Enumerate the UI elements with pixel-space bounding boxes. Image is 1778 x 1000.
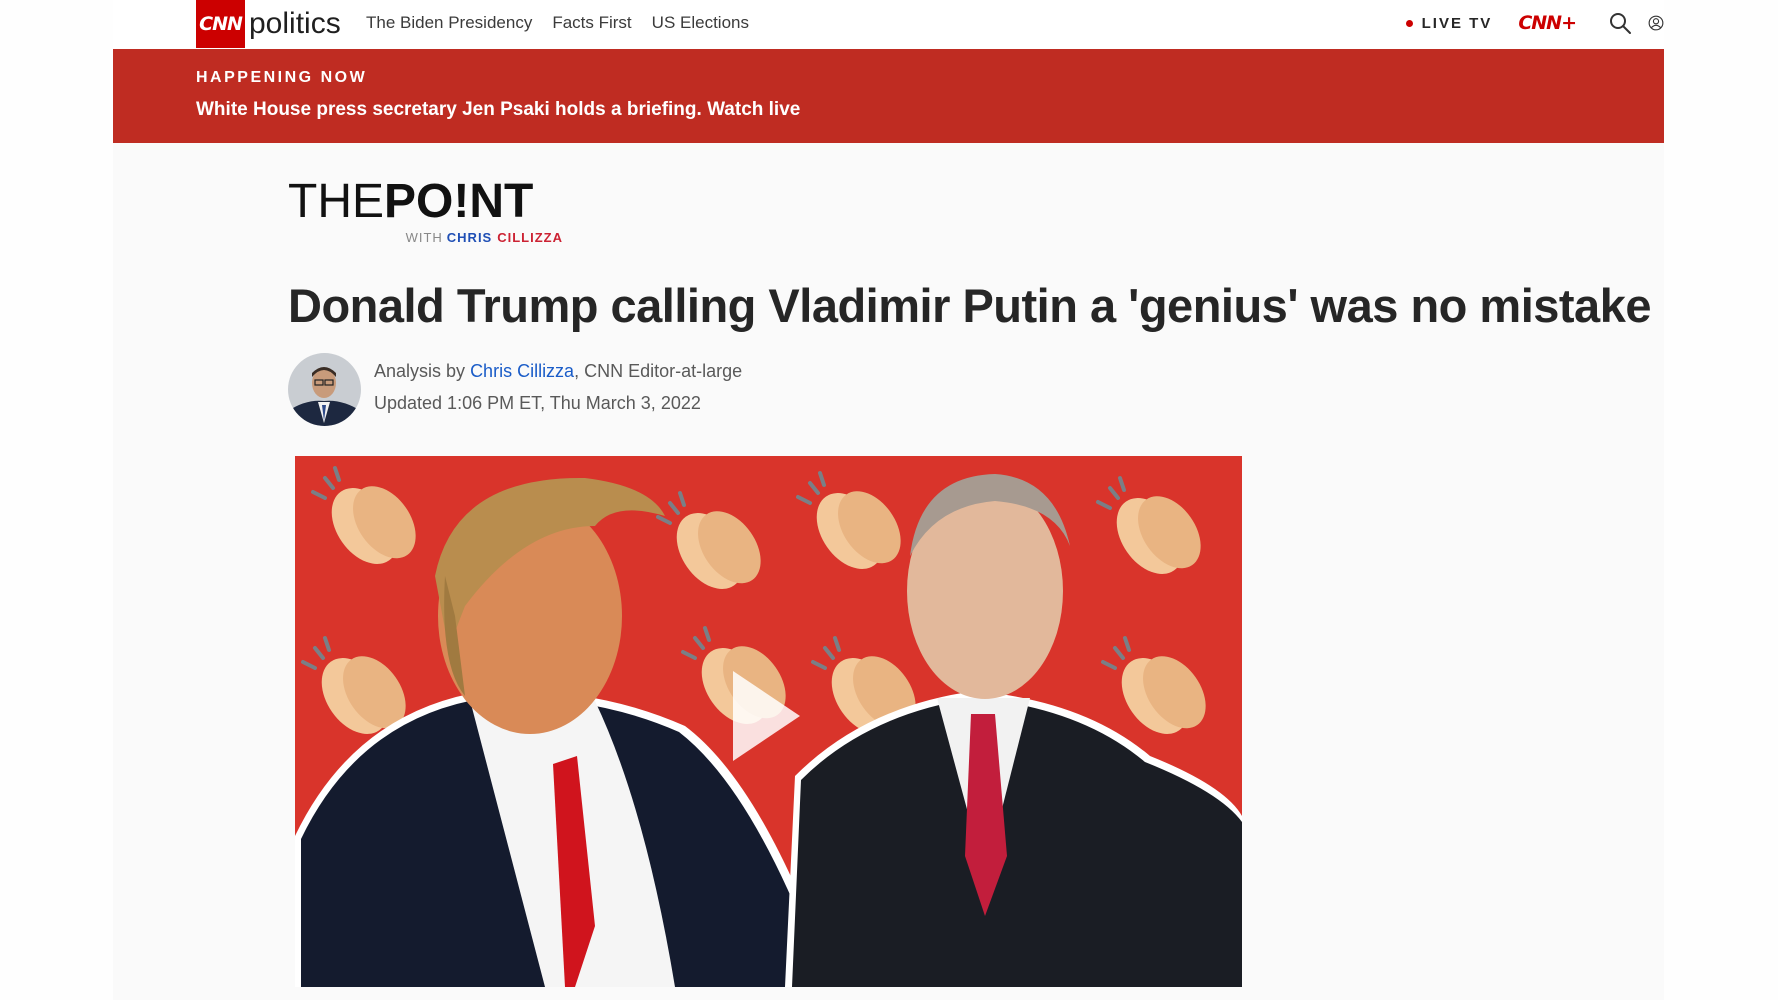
live-dot-icon	[1405, 19, 1413, 27]
the-point-author-first: CHRIS	[446, 230, 493, 245]
the-point-with: WITH	[405, 230, 443, 245]
nav-link-biden-presidency[interactable]: The Biden Presidency	[366, 13, 532, 33]
nav-right: LIVE TV CNN+	[1405, 0, 1664, 46]
banner-headline-link[interactable]: White House press secretary Jen Psaki ho…	[196, 99, 800, 121]
search-icon	[1610, 13, 1631, 34]
analysis-prefix: Analysis by	[374, 361, 466, 381]
happening-now-banner[interactable]: HAPPENING NOW White House press secretar…	[113, 49, 1664, 143]
author-role: , CNN Editor-at-large	[574, 361, 743, 381]
nav-links: The Biden Presidency Facts First US Elec…	[366, 0, 749, 46]
cnn-politics-logo[interactable]: CNN politics	[196, 0, 341, 48]
author-link[interactable]: Chris Cillizza	[470, 361, 574, 381]
updated-timestamp: Updated 1:06 PM ET, Thu March 3, 2022	[374, 393, 701, 413]
top-nav: CNN politics The Biden Presidency Facts …	[113, 0, 1664, 49]
the-point-logo[interactable]: THEPO!NT WITH CHRIS CILLIZZA	[288, 176, 563, 248]
live-tv-link[interactable]: LIVE TV	[1405, 14, 1493, 32]
page: CNN politics The Biden Presidency Facts …	[113, 0, 1664, 1000]
the-point-author-last: CILLIZZA	[497, 230, 563, 245]
nav-link-facts-first[interactable]: Facts First	[552, 13, 631, 33]
section-name: politics	[249, 7, 341, 40]
the-point-title-bold: PO!NT	[384, 175, 534, 228]
the-point-title: THEPO!NT	[288, 176, 533, 228]
hero-image	[295, 456, 1242, 987]
byline: Analysis by Chris Cillizza, CNN Editor-a…	[374, 355, 742, 419]
banner-kicker: HAPPENING NOW	[196, 69, 368, 86]
the-point-title-light: THE	[288, 175, 384, 228]
author-avatar-image	[288, 353, 361, 426]
hero-video[interactable]	[295, 456, 1242, 987]
the-point-subtitle: WITH CHRIS CILLIZZA	[406, 230, 563, 245]
author-avatar[interactable]	[288, 353, 361, 426]
cnn-logo: CNN	[196, 0, 245, 48]
live-tv-label: LIVE TV	[1421, 14, 1493, 32]
cnn-plus-link[interactable]: CNN+	[1518, 12, 1577, 34]
user-account-button[interactable]	[1648, 9, 1664, 37]
search-button[interactable]	[1606, 9, 1634, 37]
article-headline: Donald Trump calling Vladimir Putin a 'g…	[288, 279, 1651, 332]
byline-author-line: Analysis by Chris Cillizza, CNN Editor-a…	[374, 355, 742, 387]
user-icon	[1648, 15, 1664, 31]
nav-link-us-elections[interactable]: US Elections	[652, 13, 749, 33]
